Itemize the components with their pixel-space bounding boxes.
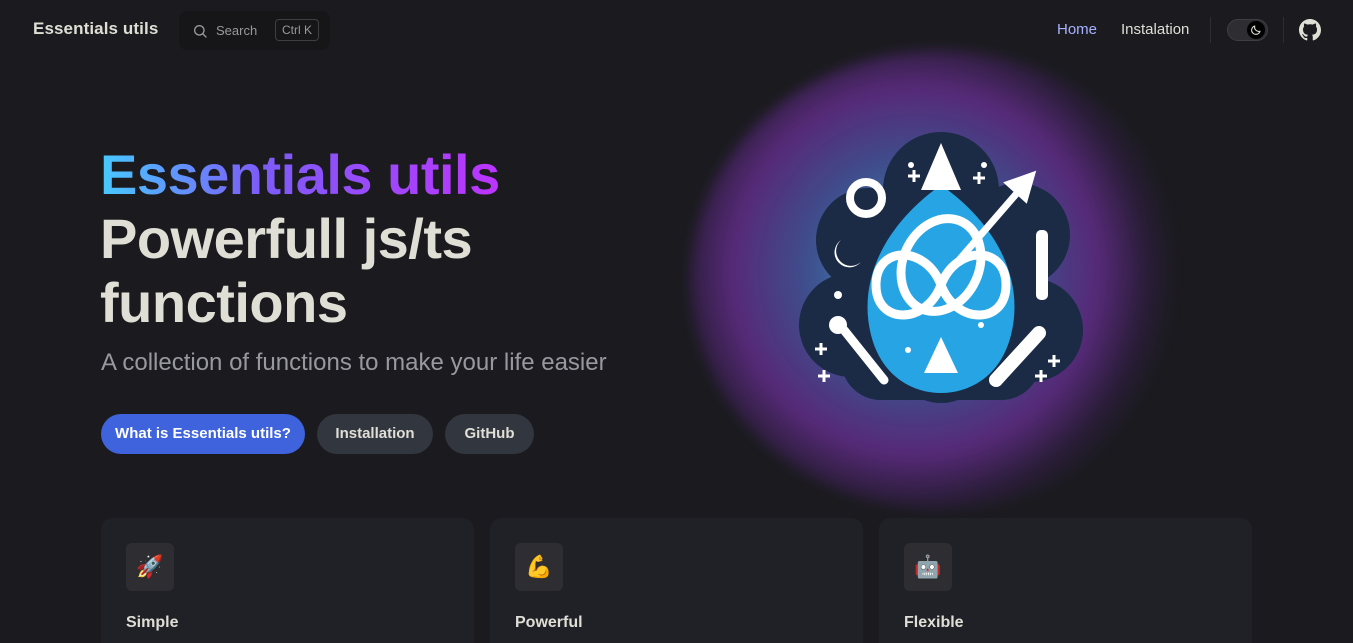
robot-icon: 🤖 <box>904 543 952 591</box>
hero-name: Essentials utils <box>100 143 500 206</box>
site-title[interactable]: Essentials utils <box>33 19 158 39</box>
what-is-button[interactable]: What is Essentials utils? <box>101 414 305 454</box>
search-label: Search <box>216 23 258 38</box>
nav-divider <box>1210 17 1211 43</box>
search-button[interactable]: Search Ctrl K <box>179 11 330 50</box>
feature-card-powerful: 💪 Powerful <box>490 518 863 643</box>
theme-toggle-knob <box>1247 21 1265 39</box>
installation-button[interactable]: Installation <box>317 414 433 454</box>
feature-title: Flexible <box>904 614 964 631</box>
rocket-icon: 🚀 <box>126 543 174 591</box>
flexed-biceps-icon: 💪 <box>515 543 563 591</box>
feature-title: Simple <box>126 614 179 631</box>
hero-tagline: A collection of functions to make your l… <box>101 349 607 376</box>
github-icon[interactable] <box>1299 19 1321 41</box>
hero-text: Powerfull js/ts functions <box>100 207 473 334</box>
feature-card-simple: 🚀 Simple <box>101 518 474 643</box>
github-button[interactable]: GitHub <box>445 414 534 454</box>
hero-logo-image <box>799 132 1083 403</box>
nav-divider <box>1283 17 1284 43</box>
theme-toggle[interactable] <box>1227 19 1268 41</box>
moon-icon <box>1251 25 1261 35</box>
search-shortcut: Ctrl K <box>275 19 319 41</box>
nav-link-instalation[interactable]: Instalation <box>1121 21 1189 38</box>
feature-card-flexible: 🤖 Flexible <box>879 518 1252 643</box>
search-icon <box>194 24 207 38</box>
feature-title: Powerful <box>515 614 583 631</box>
page: Essentials utils Search Ctrl K Home Inst… <box>0 0 1353 643</box>
top-navbar: Essentials utils Search Ctrl K Home Inst… <box>0 0 1353 62</box>
nav-link-home[interactable]: Home <box>1057 21 1097 38</box>
